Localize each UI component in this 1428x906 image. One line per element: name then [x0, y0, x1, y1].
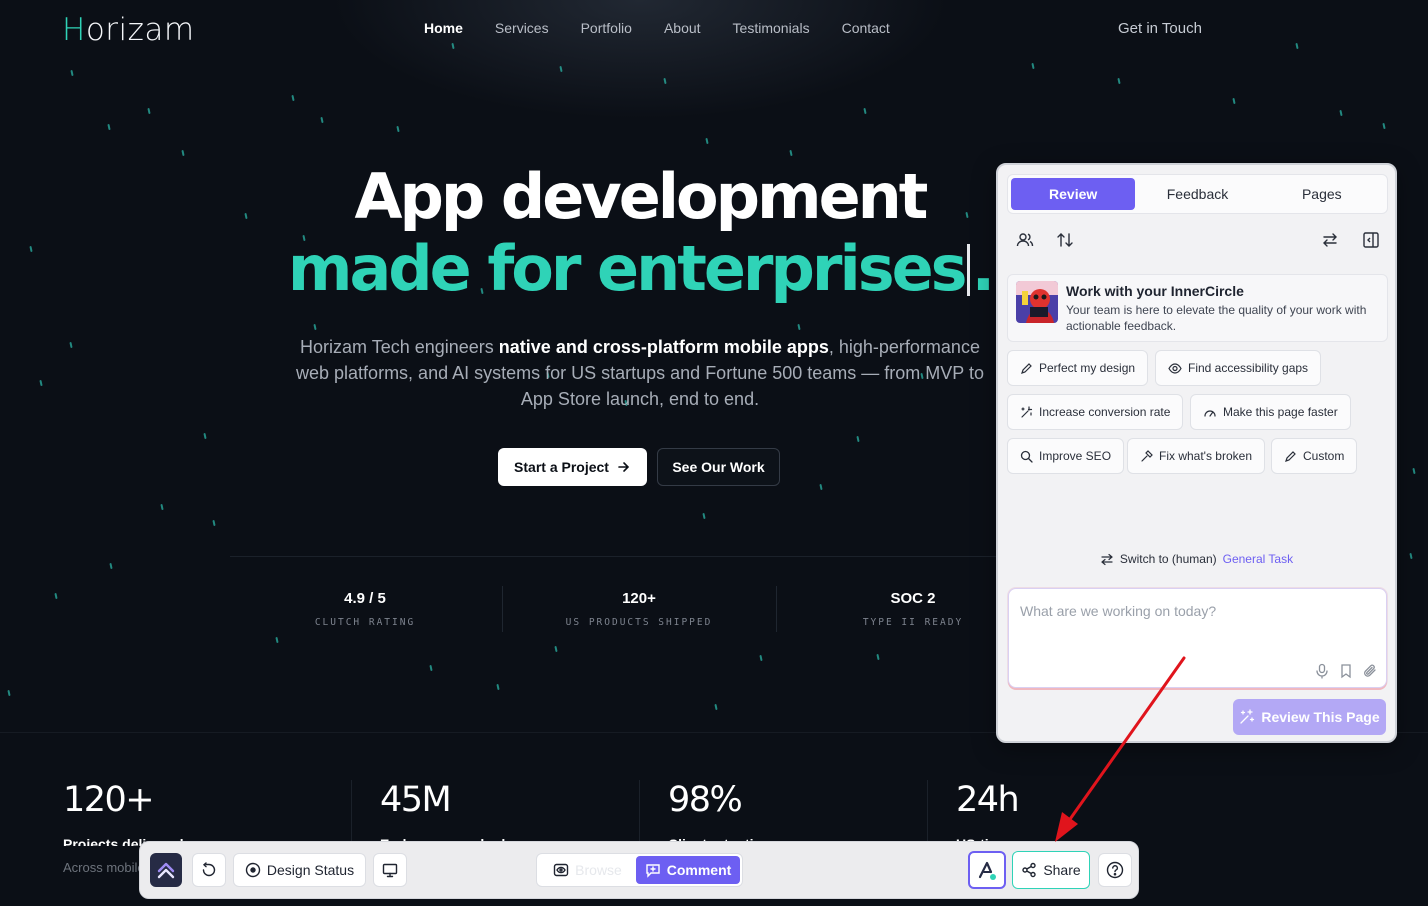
- review-panel: Review Feedback Pages Work with your Inn: [996, 163, 1397, 743]
- text-cursor: [966, 244, 970, 296]
- chip-fix-broken[interactable]: Fix what's broken: [1127, 438, 1265, 474]
- help-icon: [1106, 861, 1124, 879]
- eye-icon: [1168, 362, 1182, 374]
- search-icon: [1020, 450, 1033, 463]
- share-button[interactable]: Share: [1012, 851, 1090, 889]
- mode-switcher: Browse Comment: [536, 853, 743, 887]
- chevrons-up-icon: [157, 862, 175, 879]
- comment-mode-button[interactable]: Comment: [636, 856, 740, 884]
- prompt-input[interactable]: What are we working on today?: [1008, 588, 1387, 688]
- pencil-icon: [1021, 362, 1032, 374]
- share-icon: [1022, 862, 1037, 878]
- chip-seo[interactable]: Improve SEO: [1007, 438, 1125, 474]
- status-circle-icon: [245, 862, 261, 878]
- nav-home[interactable]: Home: [424, 20, 463, 36]
- general-task-link[interactable]: General Task: [1223, 552, 1293, 566]
- nav-about[interactable]: About: [664, 20, 701, 36]
- panel-tabs: Review Feedback Pages: [1007, 174, 1388, 214]
- innercircle-card: Work with your InnerCircle Your team is …: [1007, 274, 1388, 342]
- brand-logo[interactable]: Horizam: [62, 12, 195, 48]
- nav-testimonials[interactable]: Testimonials: [733, 20, 810, 36]
- paperclip-icon[interactable]: [1362, 663, 1378, 679]
- browse-eye-icon: [553, 863, 569, 877]
- review-page-button[interactable]: Review This Page: [1233, 699, 1386, 735]
- device-preview-button[interactable]: [373, 853, 407, 887]
- swap-icon[interactable]: [1319, 229, 1341, 251]
- nav-services[interactable]: Services: [495, 20, 549, 36]
- pencil-icon: [1285, 450, 1296, 462]
- app-logo-button[interactable]: [150, 853, 182, 887]
- tab-feedback[interactable]: Feedback: [1135, 178, 1259, 210]
- arrow-right-icon: [618, 462, 630, 472]
- swap-icon: [1100, 553, 1113, 565]
- reload-button[interactable]: [192, 853, 226, 887]
- ai-assistant-button[interactable]: [968, 851, 1006, 889]
- intro-title: Work with your InnerCircle: [1066, 283, 1244, 299]
- ai-logo-icon: [978, 861, 996, 880]
- tab-review[interactable]: Review: [1011, 178, 1136, 210]
- sort-icon[interactable]: [1054, 229, 1076, 251]
- hammer-icon: [1141, 449, 1153, 462]
- chip-accessibility[interactable]: Find accessibility gaps: [1155, 350, 1322, 386]
- nav-contact[interactable]: Contact: [842, 20, 890, 36]
- chip-conversion[interactable]: Increase conversion rate: [1007, 394, 1184, 430]
- main-nav: Home Services Portfolio About Testimonia…: [424, 20, 890, 36]
- tab-pages[interactable]: Pages: [1260, 178, 1384, 210]
- intro-text: Your team is here to elevate the quality…: [1066, 303, 1367, 333]
- hero-divider: [230, 556, 1050, 557]
- hero-description: Horizam Tech engineers native and cross-…: [296, 337, 984, 409]
- users-icon[interactable]: [1014, 229, 1036, 251]
- refresh-icon: [202, 862, 216, 877]
- chip-custom[interactable]: Custom: [1271, 438, 1358, 474]
- browse-mode-button[interactable]: Browse: [539, 856, 636, 884]
- bottom-toolbar: Design Status Browse Comment Share: [139, 841, 1139, 899]
- sparkle-icon: [1240, 709, 1255, 724]
- monitor-icon: [382, 863, 398, 878]
- sidebar-toggle-icon[interactable]: [1360, 229, 1382, 251]
- switch-task-link[interactable]: Switch to (human) General Task: [998, 552, 1395, 566]
- bookmark-icon[interactable]: [1338, 663, 1354, 679]
- see-our-work-button[interactable]: See Our Work: [657, 448, 780, 486]
- mini-stat: 4.9 / 5 CLUTCH RATING: [314, 590, 416, 628]
- prompt-placeholder: What are we working on today?: [1020, 603, 1217, 619]
- chip-page-speed[interactable]: Make this page faster: [1190, 394, 1351, 430]
- comment-plus-icon: [646, 864, 660, 878]
- sparkle-icon: [1021, 405, 1033, 418]
- start-project-button[interactable]: Start a Project: [498, 448, 647, 486]
- microphone-icon[interactable]: [1314, 663, 1330, 679]
- design-status-button[interactable]: Design Status: [233, 853, 366, 887]
- get-in-touch-link[interactable]: Get in Touch: [1118, 20, 1202, 37]
- chip-perfect-design[interactable]: Perfect my design: [1007, 350, 1149, 386]
- nav-portfolio[interactable]: Portfolio: [581, 20, 632, 36]
- innercircle-avatar: [1016, 281, 1058, 323]
- help-button[interactable]: [1098, 853, 1132, 887]
- gauge-icon: [1204, 409, 1216, 417]
- mini-stat: 120+ US PRODUCTS SHIPPED: [565, 590, 713, 628]
- header-glow: [330, 0, 950, 120]
